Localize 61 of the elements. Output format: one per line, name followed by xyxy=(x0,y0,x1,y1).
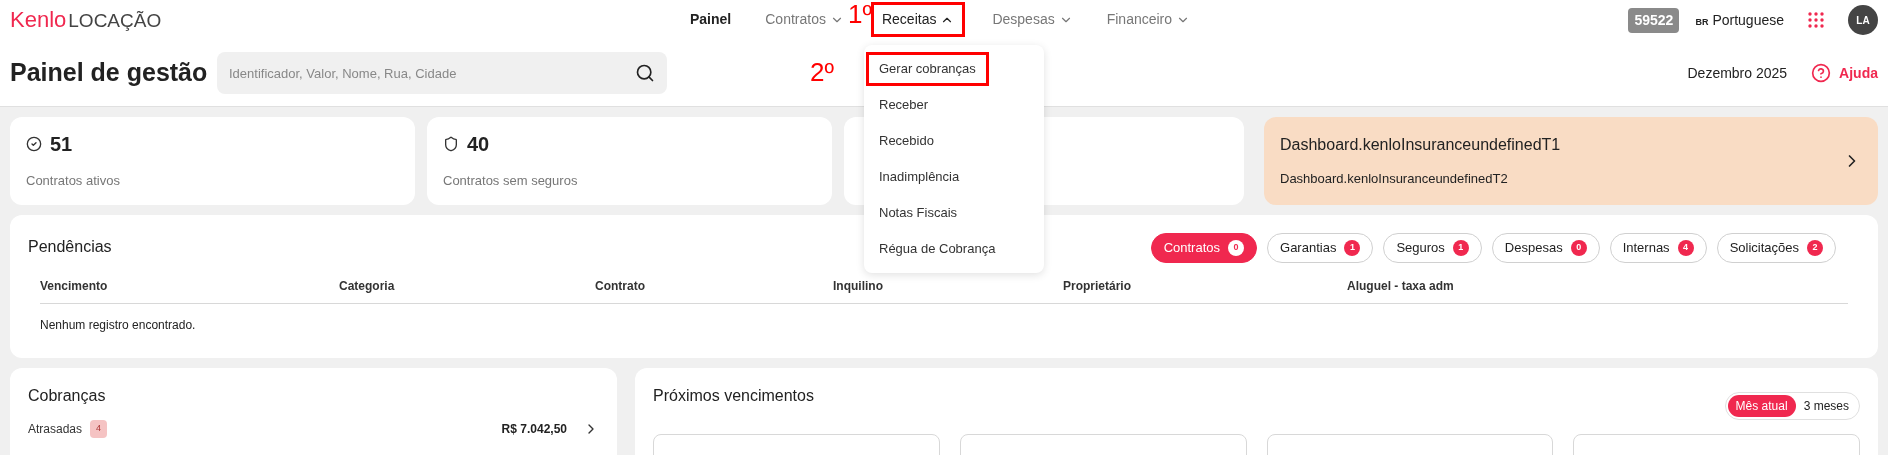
help-link[interactable]: Ajuda xyxy=(1811,62,1878,84)
row-label: Atrasadas xyxy=(28,421,83,438)
column-header: Aluguel - taxa adm xyxy=(1347,278,1455,295)
empty-message: Nenhum registro encontrado. xyxy=(40,317,197,334)
column-header: Categoria xyxy=(339,278,396,295)
panel-title: Pendências xyxy=(28,237,112,257)
count-badge: 1 xyxy=(1344,240,1361,256)
count-badge: 2 xyxy=(1807,240,1823,256)
column-header: Proprietário xyxy=(1063,278,1132,295)
language-selector[interactable]: BR Portuguese xyxy=(1695,9,1784,31)
search-field[interactable]: Identificador, Valor, Nome, Rua, Cidade xyxy=(217,52,667,94)
shield-icon xyxy=(443,136,459,152)
check-circle-icon xyxy=(26,136,42,152)
stat-label: Contratos ativos xyxy=(26,172,121,190)
search-icon[interactable] xyxy=(635,63,655,83)
help-icon xyxy=(1811,63,1832,83)
amount: R$ 7.042,50 xyxy=(501,421,567,438)
apps-grid-icon[interactable] xyxy=(1808,12,1824,28)
nav-menu-item[interactable]: Despesas xyxy=(988,5,1077,34)
nav-menu-item[interactable]: Financeiro xyxy=(1102,5,1195,34)
menu-item[interactable]: Notas Fiscais xyxy=(869,199,968,227)
menu-item[interactable]: Inadimplência xyxy=(869,163,970,191)
column-header: Vencimento xyxy=(40,278,109,295)
range-tab[interactable]: Mês atual xyxy=(1727,395,1796,417)
filter-chip[interactable]: Garantias 1 xyxy=(1267,233,1374,263)
banner-subtitle: Dashboard.kenloInsuranceundefinedT2 xyxy=(1280,170,1509,189)
filter-chip[interactable]: Seguros 1 xyxy=(1383,233,1482,263)
page-title: Painel de gestão xyxy=(10,57,209,89)
range-tab[interactable]: 3 meses xyxy=(1795,395,1857,417)
banner-title: Dashboard.kenloInsuranceundefinedT1 xyxy=(1280,135,1562,156)
filter-chip[interactable]: Despesas 0 xyxy=(1491,233,1600,263)
stat-value: 51 xyxy=(50,132,73,157)
annotation-label: 1º xyxy=(848,1,872,27)
stat-value: 40 xyxy=(467,132,490,157)
count-badge: 4 xyxy=(90,420,108,438)
user-avatar[interactable]: LA xyxy=(1848,5,1878,35)
panel-title: Próximos vencimentos xyxy=(653,386,814,406)
annotation-label: 2º xyxy=(810,59,834,85)
account-badge: 59522 xyxy=(1628,7,1680,33)
nav-menu-item[interactable]: Receitas xyxy=(873,5,963,34)
filter-chip[interactable]: Solicitações 2 xyxy=(1716,233,1836,263)
count-badge: 4 xyxy=(1677,240,1694,256)
count-badge: 0 xyxy=(1570,240,1587,256)
filter-chip[interactable]: Contratos 0 xyxy=(1150,233,1258,263)
count-badge: 1 xyxy=(1452,240,1469,256)
column-header: Inquilino xyxy=(833,278,884,295)
menu-item[interactable]: Gerar cobranças xyxy=(869,55,986,83)
column-header: Contrato xyxy=(595,278,646,295)
logo-product: LOCAÇÃO xyxy=(68,11,162,30)
logo-brand: Kenlo xyxy=(10,9,67,31)
stat-label: Contratos sem seguros xyxy=(443,172,579,190)
count-badge: 0 xyxy=(1228,240,1245,256)
filter-chip[interactable]: Internas 4 xyxy=(1609,233,1707,263)
nav-menu-item[interactable]: Contratos xyxy=(761,5,848,34)
insurance-banner[interactable]: Dashboard.kenloInsuranceundefinedT1 Dashboard.kenloInsuranceundefinedT2 xyxy=(1264,117,1878,205)
period-label: Dezembro 2025 xyxy=(1687,63,1788,83)
menu-item[interactable]: Régua de Cobrança xyxy=(869,235,1006,263)
panel-title: Cobranças xyxy=(28,386,107,406)
nav-menu-item[interactable]: Painel xyxy=(686,5,736,34)
menu-item[interactable]: Recebido xyxy=(869,127,944,155)
menu-item[interactable]: Receber xyxy=(869,91,939,119)
